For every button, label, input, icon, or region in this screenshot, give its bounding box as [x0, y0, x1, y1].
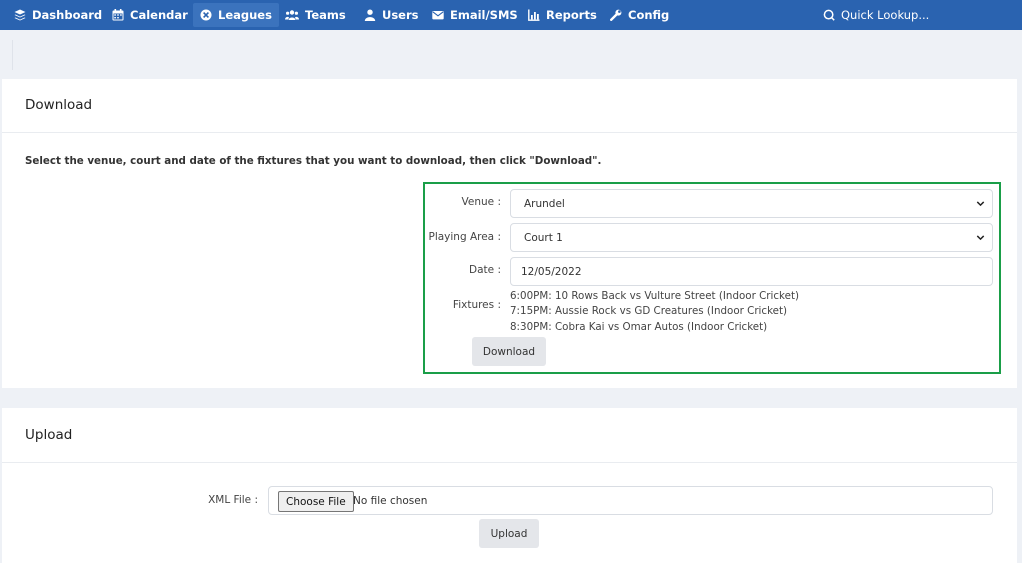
upload-title: Upload — [25, 427, 73, 443]
user-icon — [364, 9, 376, 21]
download-button[interactable]: Download — [472, 337, 546, 366]
fixture-item: 8:30PM: Cobra Kai vs Omar Autos (Indoor … — [510, 321, 768, 333]
date-label: Date : — [469, 264, 501, 276]
wrench-icon — [610, 9, 622, 21]
date-input[interactable]: 12/05/2022 — [510, 257, 993, 286]
upload-card: Upload XML File : Choose File No file ch… — [2, 408, 1017, 563]
chevron-down-icon — [976, 235, 985, 241]
subheader-divider — [12, 40, 13, 70]
nav-leagues-label: Leagues — [218, 8, 272, 22]
nav-email-sms[interactable]: Email/SMS — [425, 3, 525, 27]
nav-dashboard[interactable]: Dashboard — [7, 3, 109, 27]
download-card: Download Select the venue, court and dat… — [2, 79, 1017, 388]
nav-calendar[interactable]: Calendar — [105, 3, 195, 27]
download-instructions: Select the venue, court and date of the … — [25, 155, 602, 167]
nav-config[interactable]: Config — [603, 3, 676, 27]
nav-config-label: Config — [628, 8, 670, 22]
nav-calendar-label: Calendar — [130, 8, 188, 22]
nav-teams[interactable]: Teams — [278, 3, 353, 27]
xml-file-label: XML File : — [208, 494, 258, 506]
upload-divider — [2, 462, 1017, 463]
playing-area-label: Playing Area : — [428, 231, 501, 243]
nav-leagues[interactable]: Leagues — [193, 3, 279, 27]
download-divider — [2, 132, 1017, 133]
upload-button[interactable]: Upload — [479, 519, 539, 548]
download-title: Download — [25, 97, 93, 113]
chevron-down-icon — [976, 201, 985, 207]
playing-area-select-value: Court 1 — [524, 231, 563, 244]
playing-area-select[interactable]: Court 1 — [510, 223, 993, 252]
layers-icon — [14, 9, 26, 21]
nav-teams-label: Teams — [305, 8, 346, 22]
nav-users-label: Users — [382, 8, 419, 22]
fixture-item: 7:15PM: Aussie Rock vs GD Creatures (Ind… — [510, 305, 788, 317]
nav-dashboard-label: Dashboard — [32, 8, 103, 22]
nav-reports-label: Reports — [546, 8, 597, 22]
no-file-chosen-text: No file chosen — [353, 495, 428, 507]
xml-file-input[interactable]: Choose File No file chosen — [268, 486, 993, 515]
calendar-icon — [112, 9, 124, 21]
venue-select-value: Arundel — [524, 197, 565, 210]
nav-email-sms-label: Email/SMS — [450, 8, 518, 22]
nav-users[interactable]: Users — [357, 3, 426, 27]
top-navbar: Dashboard Calendar Leagues Teams Users E… — [0, 0, 1022, 30]
fixtures-label: Fixtures : — [452, 299, 501, 311]
fixture-item: 6:00PM: 10 Rows Back vs Vulture Street (… — [510, 290, 800, 302]
venue-select[interactable]: Arundel — [510, 189, 993, 218]
quick-lookup-label: Quick Lookup... — [841, 8, 930, 22]
envelope-icon — [432, 11, 444, 20]
nav-reports[interactable]: Reports — [521, 3, 604, 27]
choose-file-button[interactable]: Choose File — [278, 491, 354, 512]
users-group-icon — [285, 10, 299, 20]
quick-lookup-button[interactable]: Quick Lookup... — [816, 3, 936, 27]
date-input-value: 12/05/2022 — [521, 265, 582, 278]
leagues-icon — [200, 9, 212, 21]
search-icon — [823, 9, 835, 21]
bar-chart-icon — [528, 9, 540, 21]
venue-label: Venue : — [461, 196, 501, 208]
